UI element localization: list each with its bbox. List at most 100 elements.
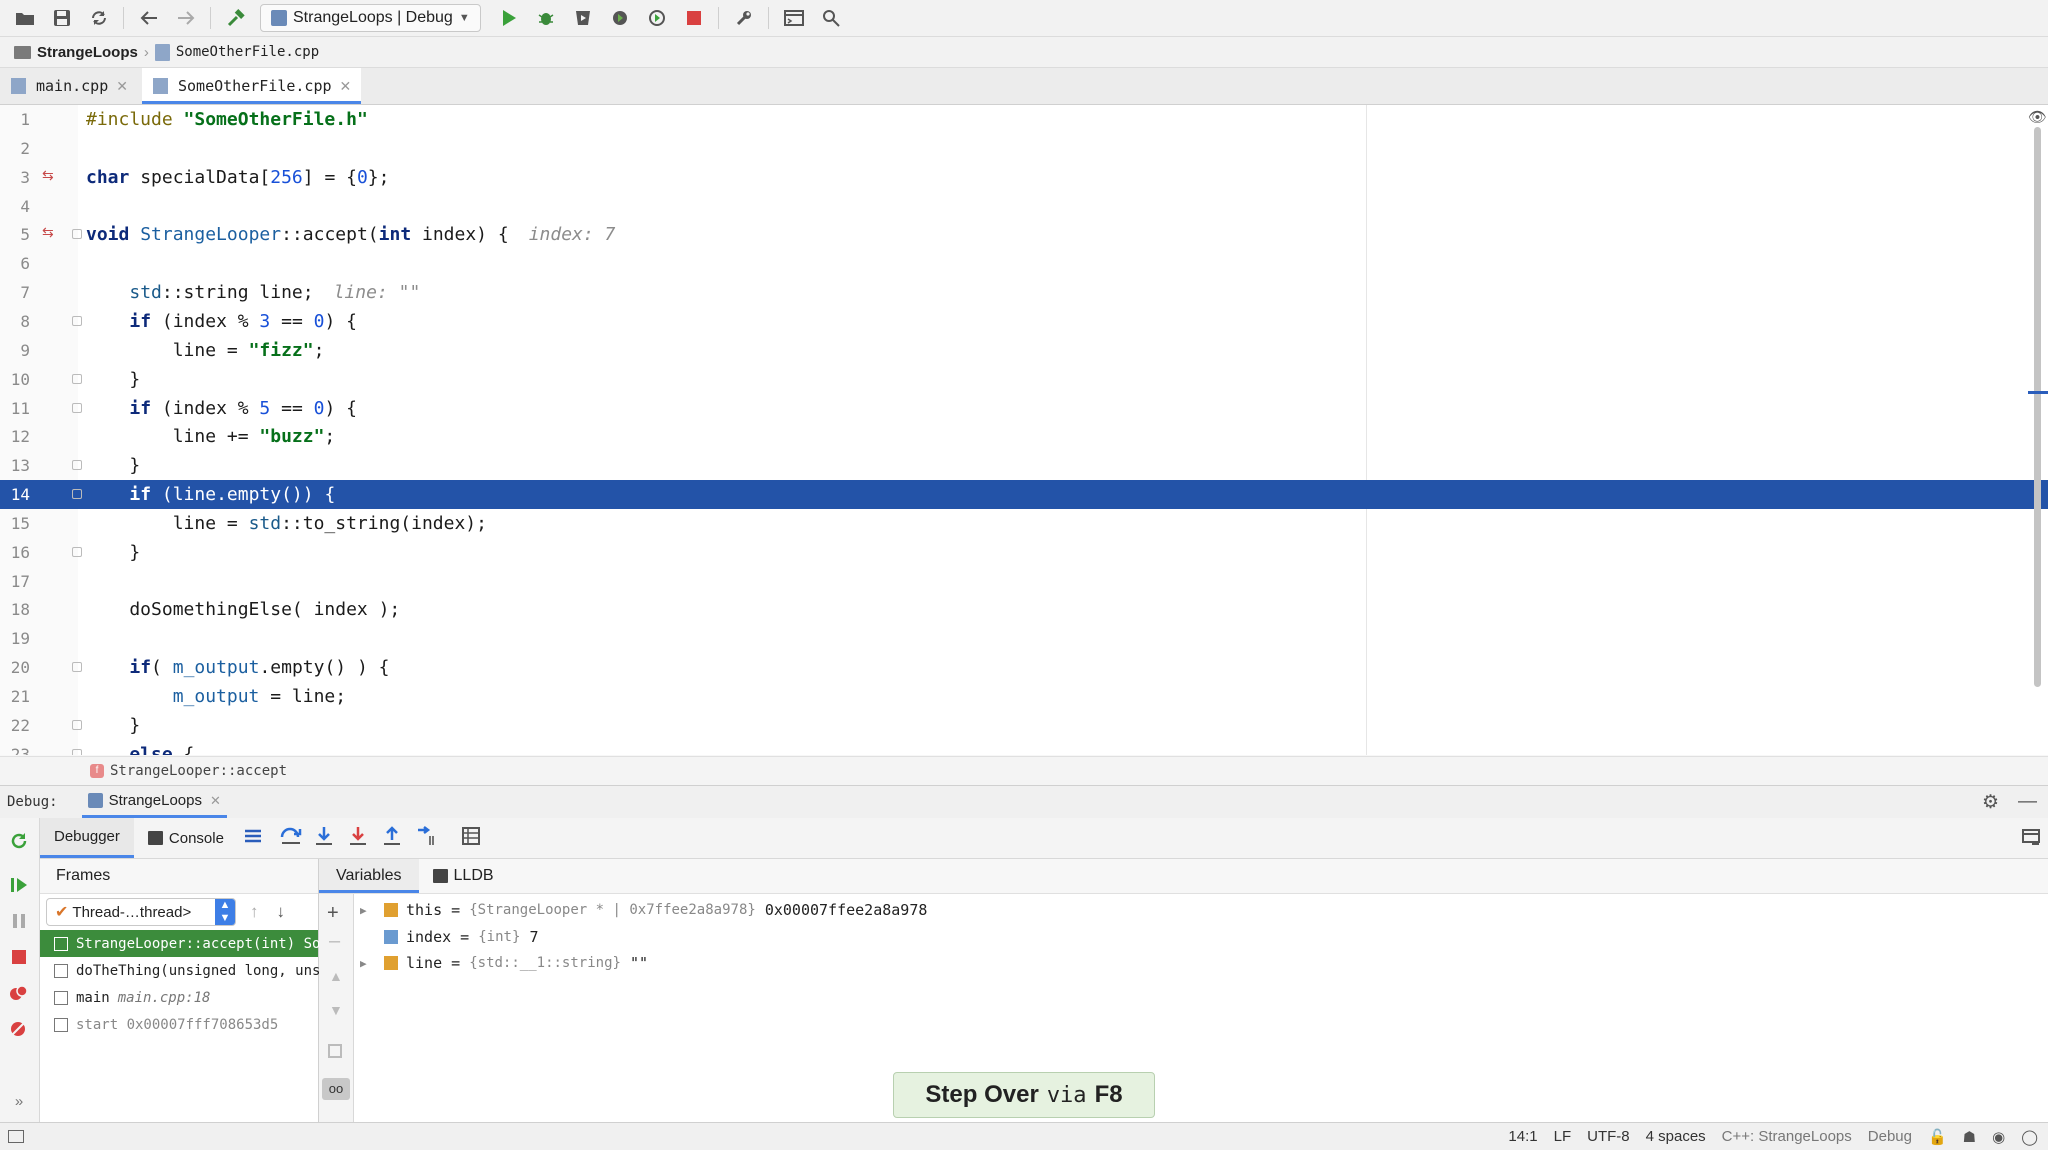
code-line[interactable]: 6 bbox=[0, 249, 2048, 278]
stack-frame[interactable]: StrangeLooper::accept(int) So bbox=[40, 930, 320, 957]
fold-marker-icon[interactable] bbox=[72, 719, 82, 730]
step-over-icon[interactable] bbox=[280, 827, 302, 849]
code-line[interactable]: 16 } bbox=[0, 538, 2048, 567]
pause-icon[interactable] bbox=[8, 910, 30, 932]
memory-indicator-icon[interactable]: ◉ bbox=[1992, 1128, 2005, 1146]
step-into-icon[interactable] bbox=[314, 826, 334, 850]
layout-menu-icon[interactable] bbox=[244, 828, 262, 848]
breadcrumb-file[interactable]: SomeOtherFile.cpp bbox=[176, 44, 319, 60]
line-number[interactable]: 19 bbox=[0, 624, 30, 653]
line-number[interactable]: 9 bbox=[0, 336, 30, 365]
fold-marker-icon[interactable] bbox=[72, 229, 82, 240]
code-line[interactable]: 4 bbox=[0, 192, 2048, 221]
code-line[interactable]: 12 line += "buzz"; bbox=[0, 422, 2048, 451]
code-line[interactable]: 11 if (index % 5 == 0) { bbox=[0, 394, 2048, 423]
fold-marker-icon[interactable] bbox=[72, 373, 82, 384]
expand-arrow-icon[interactable]: ▶ bbox=[360, 904, 376, 917]
sync-icon[interactable] bbox=[87, 6, 111, 30]
mute-breakpoints-icon[interactable] bbox=[8, 1018, 30, 1040]
code-line[interactable]: 19 bbox=[0, 624, 2048, 653]
fold-marker-icon[interactable] bbox=[72, 489, 82, 500]
stack-frame[interactable]: start 0x00007fff708653d5 bbox=[40, 1011, 318, 1038]
execution-point-line[interactable]: 14 if (line.empty()) { bbox=[0, 480, 2048, 510]
move-up-icon[interactable]: ▲ bbox=[329, 968, 343, 984]
code-line[interactable]: 23 else { bbox=[0, 740, 2048, 755]
reader-mode-eye-icon[interactable]: 👁 bbox=[2028, 108, 2047, 126]
code-line[interactable]: 2 bbox=[0, 134, 2048, 163]
line-number[interactable]: 8 bbox=[0, 307, 30, 336]
settings-wrench-icon[interactable] bbox=[732, 6, 756, 30]
force-step-into-icon[interactable] bbox=[348, 826, 368, 850]
line-number[interactable]: 18 bbox=[0, 595, 30, 624]
line-number[interactable]: 21 bbox=[0, 682, 30, 711]
line-number[interactable]: 10 bbox=[0, 365, 30, 394]
variable-row[interactable]: ▶ line = {std::__1::string} "" bbox=[360, 950, 648, 976]
close-session-icon[interactable]: ✕ bbox=[210, 793, 221, 809]
minimize-icon[interactable]: — bbox=[2018, 791, 2037, 813]
line-number[interactable]: 2 bbox=[0, 134, 30, 163]
profile-icon[interactable] bbox=[608, 6, 632, 30]
code-line[interactable]: 5 void StrangeLooper::accept(int index) {… bbox=[0, 220, 2048, 249]
view-breakpoints-icon[interactable] bbox=[8, 982, 30, 1004]
remove-watch-minus-icon[interactable]: – bbox=[329, 930, 340, 953]
line-number[interactable]: 17 bbox=[0, 567, 30, 596]
line-number[interactable]: 7 bbox=[0, 278, 30, 307]
file-encoding[interactable]: UTF-8 bbox=[1587, 1128, 1630, 1145]
attach-process-icon[interactable] bbox=[645, 6, 669, 30]
search-icon[interactable] bbox=[819, 6, 843, 30]
caret-position[interactable]: 14:1 bbox=[1508, 1128, 1537, 1145]
fold-marker-icon[interactable] bbox=[72, 546, 82, 557]
move-down-icon[interactable]: ▼ bbox=[329, 1002, 343, 1018]
line-number[interactable]: 4 bbox=[0, 192, 30, 221]
lock-icon[interactable]: 🔓 bbox=[1928, 1128, 1947, 1146]
code-line[interactable]: 22 } bbox=[0, 711, 2048, 740]
run-configuration-select[interactable]: StrangeLoops | Debug ▼ bbox=[260, 4, 481, 32]
tab-console[interactable]: Console bbox=[134, 818, 238, 858]
code-line[interactable]: 3 char specialData[256] = {0}; ⇆ bbox=[0, 163, 2048, 192]
line-number[interactable]: 1 bbox=[0, 105, 30, 134]
terminal-window-icon[interactable] bbox=[782, 6, 806, 30]
stop-icon[interactable] bbox=[8, 946, 30, 968]
code-line[interactable]: 13 } bbox=[0, 451, 2048, 480]
code-line[interactable]: 9 line = "fizz"; bbox=[0, 336, 2048, 365]
code-line[interactable]: 15 line = std::to_string(index); bbox=[0, 509, 2048, 538]
code-line[interactable]: 17 bbox=[0, 567, 2048, 596]
line-number[interactable]: 6 bbox=[0, 249, 30, 278]
fold-marker-icon[interactable] bbox=[72, 402, 82, 413]
line-number[interactable]: 11 bbox=[0, 394, 30, 423]
run-icon[interactable] bbox=[497, 6, 521, 30]
tab-main-cpp[interactable]: main.cpp ✕ bbox=[0, 68, 138, 104]
glasses-icon[interactable]: oo bbox=[322, 1078, 350, 1100]
close-tab-icon[interactable]: ✕ bbox=[116, 78, 128, 95]
back-arrow-icon[interactable] bbox=[137, 6, 161, 30]
save-icon[interactable] bbox=[50, 6, 74, 30]
navigate-related-symbol-icon[interactable]: ⇆ bbox=[42, 224, 54, 241]
debug-session-tab[interactable]: StrangeLoops ✕ bbox=[81, 786, 227, 818]
line-number[interactable]: 12 bbox=[0, 422, 30, 451]
code-line[interactable]: 21 m_output = line; bbox=[0, 682, 2048, 711]
previous-frame-arrow-icon[interactable]: ↑ bbox=[250, 902, 259, 922]
tab-lldb[interactable]: LLDB bbox=[419, 867, 508, 885]
stop-icon[interactable] bbox=[682, 6, 706, 30]
step-out-icon[interactable] bbox=[382, 826, 402, 850]
language-context[interactable]: C++: StrangeLoops bbox=[1722, 1128, 1852, 1145]
variable-row[interactable]: index = {int} 7 bbox=[360, 924, 538, 950]
line-number[interactable]: 16 bbox=[0, 538, 30, 567]
line-number[interactable]: 15 bbox=[0, 509, 30, 538]
expand-more-icon[interactable]: » bbox=[8, 1090, 30, 1112]
line-number[interactable]: 3 bbox=[0, 163, 30, 192]
code-line[interactable]: 8 if (index % 3 == 0) { bbox=[0, 307, 2048, 336]
build-config[interactable]: Debug bbox=[1868, 1128, 1912, 1145]
evaluate-expression-icon[interactable] bbox=[461, 827, 482, 849]
code-line[interactable]: 1 #include "SomeOtherFile.h" bbox=[0, 105, 2048, 134]
line-number[interactable]: 23 bbox=[0, 740, 30, 755]
line-number[interactable]: 22 bbox=[0, 711, 30, 740]
inspector-icon[interactable]: ☗ bbox=[1963, 1128, 1976, 1146]
tab-debugger[interactable]: Debugger bbox=[40, 818, 134, 858]
next-frame-arrow-icon[interactable]: ↓ bbox=[277, 902, 286, 922]
rerun-icon[interactable] bbox=[8, 830, 30, 852]
indent-setting[interactable]: 4 spaces bbox=[1646, 1128, 1706, 1145]
line-number[interactable]: 13 bbox=[0, 451, 30, 480]
tool-windows-toggle-icon[interactable] bbox=[8, 1130, 24, 1143]
tab-variables[interactable]: Variables bbox=[319, 859, 419, 893]
